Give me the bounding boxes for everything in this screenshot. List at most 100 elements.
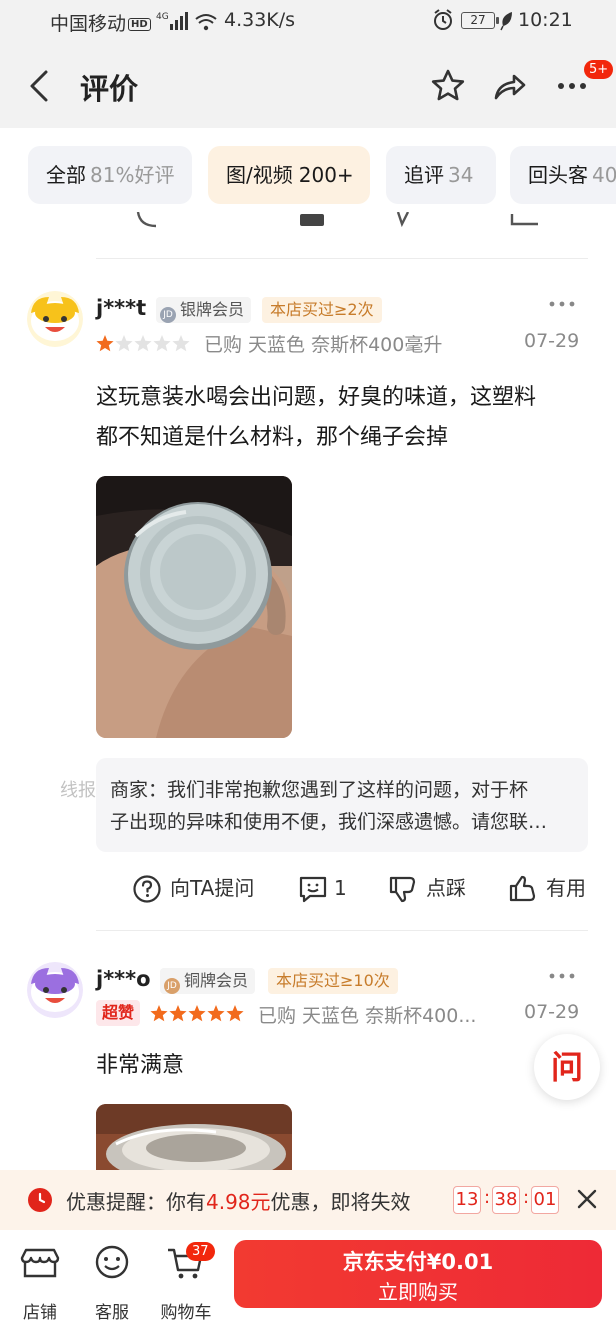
dislike-button[interactable]: 点踩 xyxy=(388,868,478,908)
star-empty-icon xyxy=(172,335,190,352)
customer-service-button[interactable]: 客服 xyxy=(80,1242,144,1323)
cup-lid-photo xyxy=(96,476,292,738)
buy-now-label: 立即购买 xyxy=(378,1280,458,1304)
favorite-button[interactable] xyxy=(428,66,468,106)
ask-question-button[interactable]: 向TA提问 xyxy=(132,868,262,908)
helpful-button[interactable]: 有用 xyxy=(508,868,592,908)
timer-separator: : xyxy=(484,1187,491,1208)
member-level-badge: JD 银牌会员 xyxy=(156,297,252,323)
merchant-reply-line: 子出现的异味和使用不便，我们深感遗憾。请您联… xyxy=(110,811,548,833)
avatar-mascot-icon xyxy=(27,962,83,1018)
purchase-info: 已购 天蓝色 奈斯杯400... xyxy=(258,1005,477,1027)
buy-now-button[interactable]: 京东支付¥0.01 立即购买 xyxy=(234,1240,602,1308)
service-label: 客服 xyxy=(95,1303,129,1323)
star-rating-icon xyxy=(96,335,190,352)
tab-count: 40 xyxy=(592,163,616,187)
tab-returning[interactable]: 回头客 40 xyxy=(510,146,616,204)
star-filled-icon xyxy=(207,1005,225,1022)
star-empty-icon xyxy=(115,335,133,352)
tab-all[interactable]: 全部 81%好评 xyxy=(28,146,192,204)
clock: 10:21 xyxy=(518,9,573,31)
promo-close-button[interactable] xyxy=(574,1186,600,1212)
username[interactable]: j***o xyxy=(96,967,151,991)
review-photo[interactable] xyxy=(96,476,292,738)
ask-floating-button[interactable]: 问 xyxy=(534,1034,600,1100)
customer-service-icon xyxy=(95,1245,129,1279)
tab-followup[interactable]: 追评 34 xyxy=(386,146,496,204)
filter-tabs: 全部 81%好评 图/视频 200+ 追评 34 回头客 40 xyxy=(0,128,616,220)
back-button[interactable] xyxy=(24,66,60,106)
promo-reminder-bar: 优惠提醒：你有4.98元优惠，即将失效 13 : 38 : 01 xyxy=(0,1170,616,1230)
svg-text:4G: 4G xyxy=(156,12,169,22)
timer-hours: 13 xyxy=(453,1186,481,1214)
super-like-badge: 超赞 xyxy=(96,1000,141,1026)
divider xyxy=(96,930,588,931)
divider xyxy=(96,258,588,259)
tab-label: 全部 xyxy=(46,163,86,187)
promo-prefix: 优惠提醒：你有 xyxy=(66,1190,206,1214)
review-more-button[interactable] xyxy=(548,966,578,992)
member-level-badge: JD 铜牌会员 xyxy=(160,968,256,994)
promo-amount: 4.98元 xyxy=(206,1190,271,1214)
close-icon xyxy=(577,1189,597,1209)
review-photo[interactable] xyxy=(96,1104,292,1170)
timer-separator: : xyxy=(523,1187,530,1208)
question-circle-icon xyxy=(133,875,161,903)
alarm-icon xyxy=(432,8,454,37)
tab-media[interactable]: 图/视频 200+ xyxy=(208,146,370,204)
tab-count: 200+ xyxy=(298,163,354,187)
rating-stars xyxy=(150,1004,246,1024)
timer-minutes: 38 xyxy=(492,1186,520,1214)
star-empty-icon xyxy=(153,335,171,352)
review-more-button[interactable] xyxy=(548,294,578,320)
chevron-left-icon xyxy=(30,70,48,102)
username[interactable]: j***t xyxy=(96,296,146,320)
star-filled-icon xyxy=(188,1005,206,1022)
share-button[interactable] xyxy=(490,66,530,106)
tab-label: 图/视频 xyxy=(226,163,293,187)
avatar[interactable] xyxy=(27,291,83,347)
helpful-label: 有用 xyxy=(546,876,586,900)
shop-button[interactable]: 店铺 xyxy=(8,1242,72,1323)
star-rating-icon xyxy=(150,1005,244,1022)
hd-indicator: HD xyxy=(128,18,151,31)
review-date: 07-29 xyxy=(524,1001,580,1023)
timer-seconds: 01 xyxy=(531,1186,559,1214)
more-dots-icon xyxy=(549,301,575,307)
carrier-name: 中国移动 xyxy=(50,13,127,35)
review-text-line: 这玩意装水喝会出问题，好臭的味道，这塑料 xyxy=(96,385,537,410)
thumbs-up-icon xyxy=(509,875,536,902)
member-level-label: 银牌会员 xyxy=(180,300,245,319)
review-date: 07-29 xyxy=(524,330,580,352)
star-filled-icon xyxy=(226,1005,244,1022)
notification-badge: 5+ xyxy=(584,60,614,79)
member-level-label: 铜牌会员 xyxy=(184,971,249,990)
rating-stars xyxy=(96,334,192,354)
more-dots-icon xyxy=(549,973,575,979)
top-area: 中国移动 HD 4G 4.33K/s 27 10:21 评价 5+ xyxy=(0,0,616,128)
thumbs-down-icon xyxy=(389,876,416,903)
review-text: 非常满意 xyxy=(96,1053,185,1078)
tab-label: 追评 xyxy=(404,163,444,187)
leaf-icon xyxy=(500,10,514,37)
avatar[interactable] xyxy=(27,962,83,1018)
comment-count: 1 xyxy=(334,876,347,900)
battery-icon: 27 xyxy=(461,12,499,29)
merchant-reply-line: 商家：我们非常抱歉您遇到了这样的问题，对于杯 xyxy=(110,779,529,801)
comment-button[interactable]: 1 xyxy=(298,868,358,908)
battery-level: 27 xyxy=(470,13,486,27)
tab-count: 34 xyxy=(448,163,474,187)
silver-member-icon: JD xyxy=(160,307,176,323)
clock-alert-icon xyxy=(28,1188,52,1212)
star-outline-icon xyxy=(431,69,465,101)
tab-count: 81%好评 xyxy=(90,163,175,187)
promo-text: 优惠提醒：你有4.98元优惠，即将失效 xyxy=(66,1186,411,1215)
merchant-reply[interactable]: 商家：我们非常抱歉您遇到了这样的问题，对于杯 子出现的异味和使用不便，我们深感遗… xyxy=(96,758,588,852)
review-text: 这玩意装水喝会出问题，好臭的味道，这塑料 都不知道是什么材料，那个绳子会掉 xyxy=(96,378,596,458)
previous-review-actions xyxy=(0,212,616,232)
share-icon xyxy=(494,74,526,100)
promo-suffix: 优惠，即将失效 xyxy=(270,1190,411,1214)
avatar-mascot-icon xyxy=(27,291,83,347)
star-filled-icon xyxy=(169,1005,187,1022)
dislike-label: 点踩 xyxy=(426,876,466,900)
